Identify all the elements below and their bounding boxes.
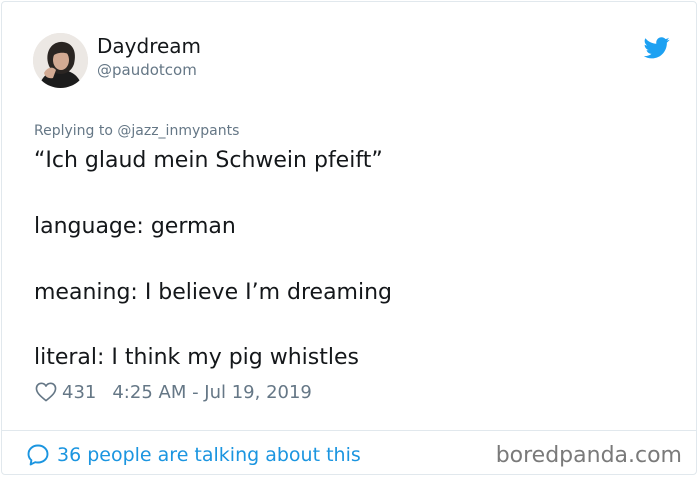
tweet-text-line-4: literal: I think my pig whistles — [34, 345, 359, 370]
twitter-bird-icon[interactable] — [643, 37, 670, 59]
footer-divider — [2, 430, 696, 431]
heart-outline-icon[interactable] — [35, 382, 57, 402]
reply-to-handle-link[interactable]: @jazz_inmypants — [117, 123, 239, 139]
replying-to: Replying to @jazz_inmypants — [34, 122, 239, 140]
speech-bubble-icon — [27, 444, 49, 466]
tweet-card: Daydream @paudotcom Replying to @jazz_in… — [1, 1, 697, 475]
tweet-text-line-1: “Ich glaud mein Schwein pfeift” — [34, 148, 383, 173]
display-name[interactable]: Daydream — [97, 34, 201, 58]
tweet-stats: 431 4:25 AM - Jul 19, 2019 — [35, 379, 312, 405]
avatar-image — [33, 33, 88, 88]
like-count[interactable]: 431 — [62, 382, 96, 403]
tweet-text-line-2: language: german — [34, 214, 236, 239]
avatar[interactable] — [33, 33, 88, 88]
conversation-link[interactable]: 36 people are talking about this — [26, 442, 361, 468]
replying-to-prefix: Replying to — [34, 123, 118, 139]
user-handle[interactable]: @paudotcom — [97, 60, 197, 80]
conversation-link-label: 36 people are talking about this — [57, 444, 361, 466]
tweet-timestamp[interactable]: 4:25 AM - Jul 19, 2019 — [112, 382, 312, 403]
tweet-text-line-3: meaning: I believe I’m dreaming — [34, 280, 393, 305]
watermark: boredpanda.com — [495, 443, 682, 468]
